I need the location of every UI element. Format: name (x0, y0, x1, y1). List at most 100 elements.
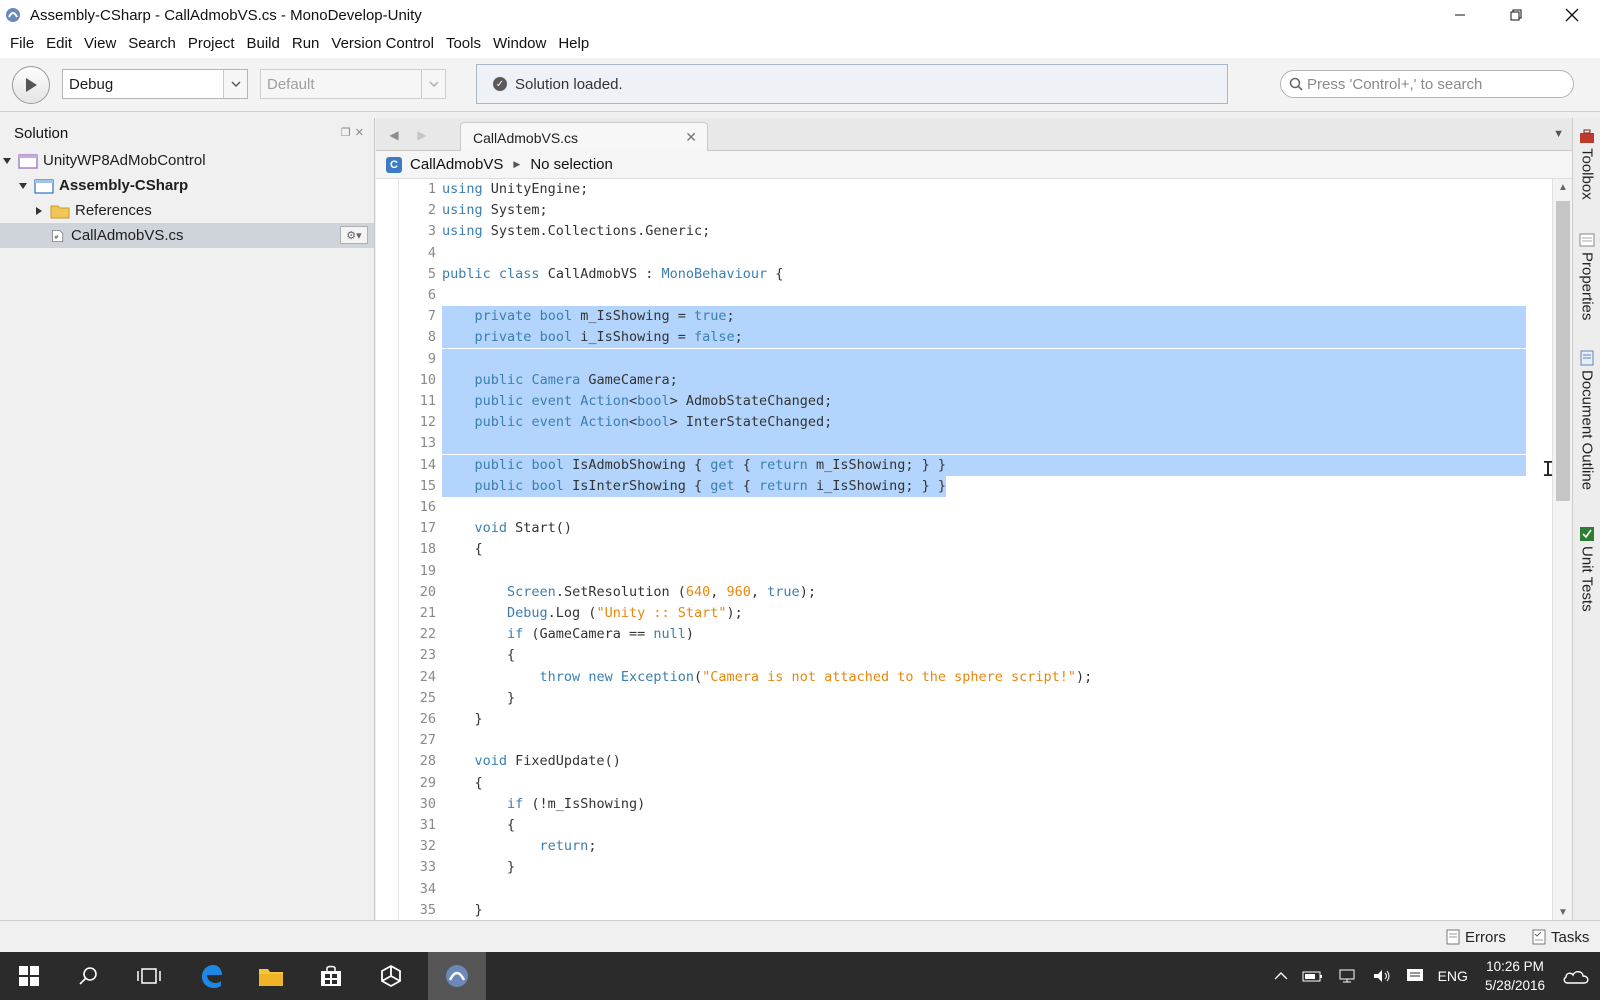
menu-tools[interactable]: Tools (440, 30, 487, 58)
code-line[interactable]: 35 } (376, 900, 1552, 920)
taskbar-search-button[interactable] (60, 952, 118, 1000)
line-number: 16 (419, 499, 436, 515)
scroll-up-icon[interactable]: ▲ (1553, 179, 1573, 195)
code-line[interactable]: 26 } (376, 709, 1552, 730)
code-line[interactable]: 8 private bool i_IsShowing = false; (376, 327, 1552, 349)
vertical-scrollbar[interactable]: ▲ ▼ (1552, 179, 1572, 920)
configuration-select[interactable]: Debug (62, 69, 248, 99)
line-number: 29 (419, 774, 436, 791)
task-view-button[interactable] (120, 952, 178, 1000)
code-line[interactable]: 6 (376, 285, 1552, 306)
code-editor[interactable]: 1 using UnityEngine; 2 using System; 3 using … (376, 179, 1552, 920)
search-input[interactable] (1307, 75, 1567, 93)
code-line[interactable]: 18 { (376, 539, 1552, 560)
code-line[interactable]: 19 (376, 561, 1552, 582)
code-line[interactable]: 2 using System; (376, 200, 1552, 221)
run-button[interactable] (12, 66, 50, 104)
code-line[interactable]: 13 (376, 433, 1552, 455)
path-member[interactable]: No selection (530, 156, 613, 173)
chevron-up-icon[interactable] (1274, 971, 1288, 981)
code-line[interactable]: 30 if (!m_IsShowing) (376, 794, 1552, 815)
menu-window[interactable]: Window (487, 30, 552, 58)
code-line[interactable]: 22 if (GameCamera == null) (376, 624, 1552, 645)
menu-project[interactable]: Project (182, 30, 241, 58)
code-line[interactable]: 21 Debug.Log ("Unity :: Start"); (376, 603, 1552, 624)
close-tab-icon[interactable]: ✕ (685, 129, 697, 146)
expanded-triangle-icon[interactable] (0, 154, 14, 168)
code-line[interactable]: 9 (376, 348, 1552, 370)
code-line[interactable]: 15 public bool IsInterShowing { get { re… (376, 475, 1552, 497)
taskbar-store[interactable] (302, 952, 360, 1000)
code-line[interactable]: 5 public class CallAdmobVS : MonoBehaviou… (376, 264, 1552, 285)
language-indicator[interactable]: ENG (1438, 968, 1468, 984)
tab-list-dropdown-icon[interactable]: ▼ (1553, 128, 1564, 140)
taskbar-monodevelop[interactable] (428, 952, 486, 1000)
dock-properties[interactable]: Properties (1573, 232, 1600, 320)
code-line[interactable]: 28 void FixedUpdate() (376, 751, 1552, 772)
global-search[interactable] (1280, 70, 1574, 98)
tree-item-file[interactable]: # CallAdmobVS.cs ⚙▾ (0, 223, 374, 248)
scrollbar-thumb[interactable] (1556, 201, 1570, 501)
taskbar-file-explorer[interactable] (242, 952, 300, 1000)
restore-button[interactable] (1488, 0, 1544, 30)
code-line[interactable]: 11 public event Action<bool> AdmobStateC… (376, 391, 1552, 412)
code-line[interactable]: 23 { (376, 645, 1552, 666)
scroll-down-icon[interactable]: ▼ (1553, 904, 1573, 920)
code-line[interactable]: 1 using UnityEngine; (376, 179, 1552, 200)
menu-view[interactable]: View (78, 30, 122, 58)
close-pad-icon[interactable]: ✕ (355, 126, 364, 139)
errors-button[interactable]: Errors (1446, 927, 1506, 947)
menu-search[interactable]: Search (122, 30, 182, 58)
taskbar-edge[interactable] (182, 952, 240, 1000)
start-button[interactable] (0, 952, 58, 1000)
tasks-button[interactable]: Tasks (1532, 927, 1589, 947)
code-line[interactable]: 16 (376, 497, 1552, 518)
tree-item-project[interactable]: Assembly-CSharp (0, 173, 374, 198)
minimize-button[interactable] (1432, 0, 1488, 30)
action-center-icon[interactable] (1406, 968, 1424, 984)
menu-file[interactable]: File (4, 30, 40, 58)
code-line[interactable]: 10 public Camera GameCamera; (376, 369, 1552, 391)
menu-help[interactable]: Help (552, 30, 595, 58)
code-line[interactable]: 3 using System.Collections.Generic; (376, 221, 1552, 242)
code-line[interactable]: 32 return; (376, 836, 1552, 857)
tree-item-references[interactable]: References (0, 198, 374, 223)
onedrive-icon[interactable] (1562, 967, 1590, 985)
code-line[interactable]: 27 (376, 730, 1552, 751)
battery-icon[interactable] (1302, 969, 1324, 983)
nav-forward-icon[interactable]: ▶ (412, 126, 432, 144)
code-line[interactable]: 24 throw new Exception("Camera is not at… (376, 667, 1552, 688)
dock-unit-tests[interactable]: Unit Tests (1573, 526, 1600, 612)
code-line[interactable]: 29 { (376, 773, 1552, 794)
code-line[interactable]: 7 private bool m_IsShowing = true; (376, 306, 1552, 328)
gear-icon[interactable]: ⚙▾ (340, 226, 368, 244)
code-line[interactable]: 25 } (376, 688, 1552, 709)
nav-back-icon[interactable]: ◀ (384, 126, 404, 144)
code-line[interactable]: 14 public bool IsAdmobShowing { get { re… (376, 454, 1552, 476)
path-class[interactable]: CallAdmobVS (410, 156, 503, 173)
code-line[interactable]: 31 { (376, 815, 1552, 836)
menu-build[interactable]: Build (241, 30, 286, 58)
expanded-triangle-icon[interactable] (16, 179, 30, 193)
dock-document-outline[interactable]: Document Outline (1573, 350, 1600, 490)
code-line[interactable]: 17 void Start() (376, 518, 1552, 539)
code-line[interactable]: 20 Screen.SetResolution (640, 960, true)… (376, 582, 1552, 603)
dock-toggle-icon[interactable]: ❐ (341, 126, 351, 139)
dock-toolbox[interactable]: Toolbox (1573, 128, 1600, 200)
tree-item-solution[interactable]: UnityWP8AdMobControl (0, 148, 374, 173)
code-line[interactable]: 12 public event Action<bool> InterStateC… (376, 412, 1552, 434)
menu-run[interactable]: Run (286, 30, 326, 58)
menu-edit[interactable]: Edit (40, 30, 78, 58)
code-line[interactable]: 34 (376, 879, 1552, 900)
network-icon[interactable] (1338, 968, 1358, 984)
clock[interactable]: 10:26 PM 5/28/2016 (1485, 957, 1545, 995)
code-line[interactable]: 4 (376, 243, 1552, 264)
code-text: public event Action<bool> InterStateChan… (442, 412, 833, 434)
code-line[interactable]: 33 } (376, 857, 1552, 878)
collapsed-triangle-icon[interactable] (32, 204, 46, 218)
document-tab[interactable]: CallAdmobVS.cs ✕ (460, 122, 708, 152)
close-window-button[interactable] (1544, 0, 1600, 30)
volume-icon[interactable] (1372, 968, 1392, 984)
taskbar-unity[interactable] (362, 952, 420, 1000)
menu-version-control[interactable]: Version Control (325, 30, 440, 58)
